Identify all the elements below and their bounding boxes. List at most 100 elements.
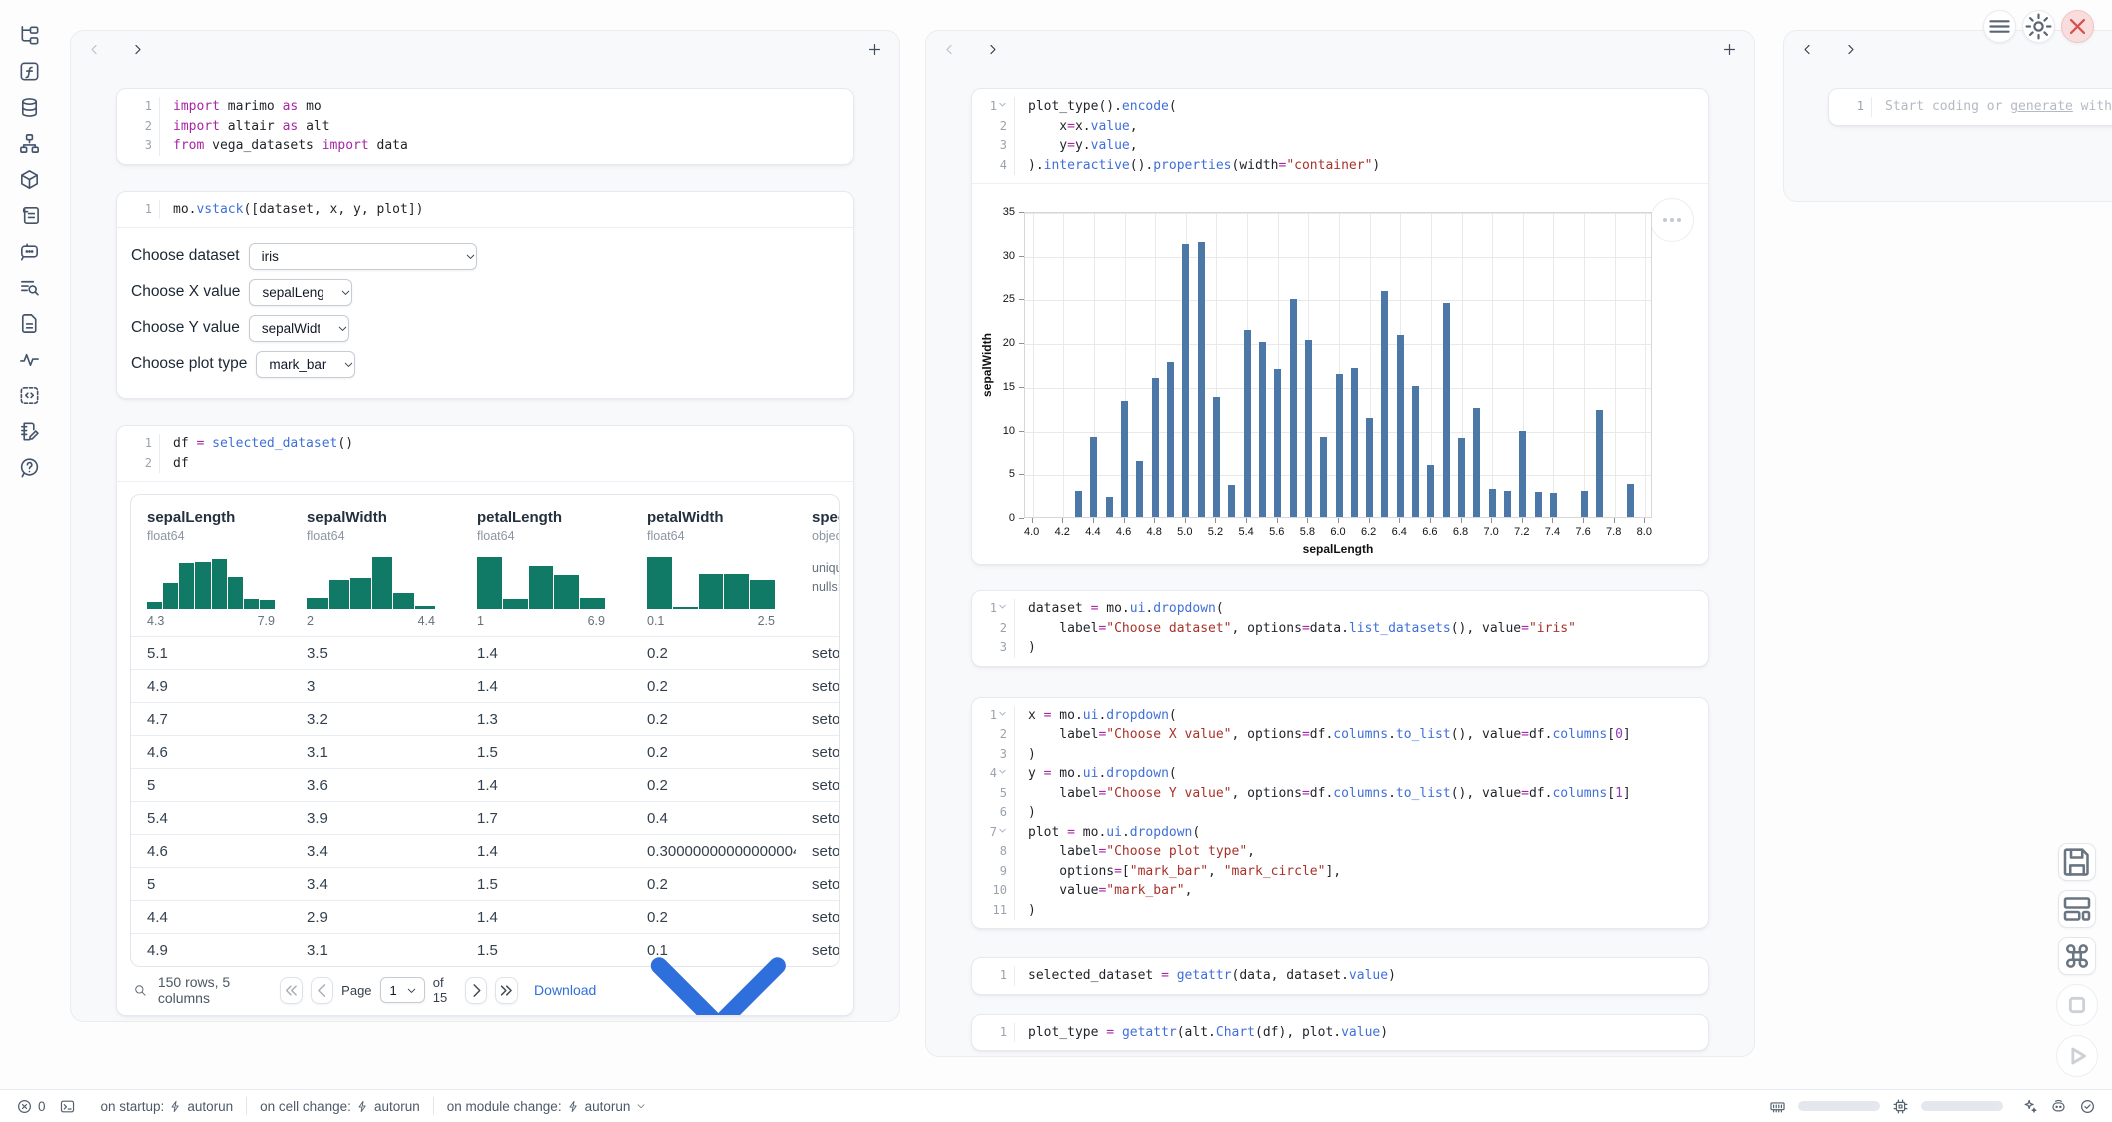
chevron-right-icon[interactable] [985,42,1000,57]
code-snippet-icon[interactable] [18,384,41,407]
prev-page-button[interactable] [311,977,334,1004]
cell-vstack[interactable]: 1mo.vstack([dataset, x, y, plot]) Choose… [116,191,854,400]
save-button[interactable] [2058,843,2096,881]
chevron-left-icon[interactable] [87,42,102,57]
table-row[interactable]: 4.931.40.2setosa [131,669,840,702]
add-cell-icon[interactable] [866,41,883,58]
add-cell-icon[interactable] [1721,41,1738,58]
bolt-icon [169,1100,182,1113]
table-cell: setosa [796,744,840,761]
fold-chevron-icon[interactable] [998,767,1007,776]
dependency-graph-icon[interactable] [18,132,41,155]
cell-imports[interactable]: 1import marimo as mo2import altair as al… [116,88,854,165]
next-page-button[interactable] [465,977,488,1004]
table-cell: setosa [796,678,840,695]
code-editor[interactable]: 1x = mo.ui.dropdown(2 label="Choose X va… [972,698,1708,929]
package-box-icon[interactable] [18,168,41,191]
function-square-icon[interactable] [18,60,41,83]
stop-button[interactable] [2056,984,2098,1026]
shutdown-button[interactable] [2061,10,2094,43]
table-row[interactable]: 5.43.91.70.4setosa [131,801,840,834]
shortcuts-button[interactable] [2058,937,2096,975]
table-row[interactable]: 4.63.11.50.2setosa [131,735,840,768]
cell-dataset-dropdown[interactable]: 1dataset = mo.ui.dropdown(2 label="Choos… [971,590,1709,667]
cell-empty[interactable]: 1 Start coding or generate with [1828,88,2112,126]
fold-chevron-icon[interactable] [998,100,1007,109]
dropdown-choose-dataset[interactable]: iris [249,243,477,270]
run-button[interactable] [2056,1035,2098,1077]
layout-button[interactable] [2058,890,2096,928]
chart-bar [1259,342,1266,517]
connection-status-icon[interactable] [2079,1098,2096,1115]
ai-sparkles-icon[interactable] [2021,1098,2038,1115]
chevron-right-icon[interactable] [1843,42,1858,57]
table-row[interactable]: 53.61.40.2setosa [131,768,840,801]
chevron-left-icon[interactable] [942,42,957,57]
activity-pulse-icon[interactable] [18,348,41,371]
table-cell: 3.6 [291,777,461,794]
page-select[interactable]: 1 [380,977,425,1003]
error-count[interactable]: 0 [16,1098,46,1115]
table-row[interactable]: 4.63.41.40.30000000000000004setosa [131,834,840,867]
code-editor[interactable]: 1mo.vstack([dataset, x, y, plot]) [117,192,853,228]
code-editor[interactable]: 1df = selected_dataset()2df [117,426,853,481]
cell-selected-dataset[interactable]: 1selected_dataset = getattr(data, datase… [971,957,1709,995]
generate-link[interactable]: generate [2010,99,2073,114]
file-tree-icon[interactable] [18,24,41,47]
scroll-script-icon[interactable] [18,204,41,227]
table-row[interactable]: 4.73.21.30.2setosa [131,702,840,735]
code-editor[interactable]: 1selected_dataset = getattr(data, datase… [972,958,1708,994]
notebook-edit-icon[interactable] [18,420,41,443]
settings-button[interactable] [2022,10,2055,43]
terminal-button[interactable] [59,1098,76,1115]
chart-plot-area[interactable] [1024,212,1652,518]
copilot-icon[interactable] [2050,1098,2067,1115]
download-button[interactable]: Download [534,872,837,1016]
table-cell: 4.4 [131,909,291,926]
table-row[interactable]: 5.13.51.40.2setosa [131,636,840,669]
code-editor[interactable]: 1plot_type = getattr(alt.Chart(df), plot… [972,1015,1708,1051]
dropdown-choose-plot-type[interactable]: mark_bar [256,351,355,378]
cell-xy-plot-dropdowns[interactable]: 1x = mo.ui.dropdown(2 label="Choose X va… [971,697,1709,930]
search-list-icon[interactable] [18,276,41,299]
chart-bar [1198,242,1205,517]
error-circle-icon [16,1098,33,1115]
first-page-button[interactable] [280,977,303,1004]
on-module-change-toggle[interactable]: on module change: autorun [447,1099,648,1114]
search-icon[interactable] [133,982,147,998]
database-icon[interactable] [18,96,41,119]
table-cell: 1.4 [461,777,631,794]
on-startup-toggle[interactable]: on startup: autorun [101,1099,234,1114]
status-bar: 0 on startup: autorun on cell change: au… [0,1089,2112,1122]
control-label: Choose Y value [131,319,240,337]
cell-plot-type[interactable]: 1plot_type = getattr(alt.Chart(df), plot… [971,1014,1709,1052]
fold-chevron-icon[interactable] [998,826,1007,835]
column-header-sepalLength[interactable]: sepalLengthfloat644.37.9 [131,509,291,628]
chart-bar [1381,291,1388,517]
column-header-species[interactable]: speciesobjectunique:nulls: [796,509,840,628]
code-editor[interactable]: 1import marimo as mo2import altair as al… [117,89,853,164]
fold-chevron-icon[interactable] [998,709,1007,718]
column-header-petalWidth[interactable]: petalWidthfloat640.12.5 [631,509,796,628]
chevron-right-icon[interactable] [130,42,145,57]
chat-bot-icon[interactable] [18,240,41,263]
chevron-left-icon[interactable] [1800,42,1815,57]
dropdown-choose-y-value[interactable]: sepalWidth [249,315,349,342]
dropdown-choose-x-value[interactable]: sepalLength [249,279,352,306]
cell-plot[interactable]: 1plot_type().encode(2 x=x.value,3 y=y.va… [971,88,1709,565]
menu-button[interactable] [1983,10,2016,43]
on-cell-change-toggle[interactable]: on cell change: autorun [260,1099,420,1114]
code-editor[interactable]: 1plot_type().encode(2 x=x.value,3 y=y.va… [972,89,1708,183]
table-cell: 0.2 [631,744,796,761]
code-editor[interactable]: 1dataset = mo.ui.dropdown(2 label="Choos… [972,591,1708,666]
fold-chevron-icon[interactable] [998,602,1007,611]
document-icon[interactable] [18,312,41,335]
help-bubble-icon[interactable] [18,456,41,479]
cpu-usage-bar [1921,1101,2003,1111]
column-header-petalLength[interactable]: petalLengthfloat6416.9 [461,509,631,628]
code-editor[interactable]: 1 Start coding or generate with [1829,89,2112,125]
cell-dataframe[interactable]: 1df = selected_dataset()2df sepalLengthf… [116,425,854,1016]
last-page-button[interactable] [495,977,518,1004]
chart-options-button[interactable] [1650,198,1694,242]
column-header-sepalWidth[interactable]: sepalWidthfloat6424.4 [291,509,461,628]
